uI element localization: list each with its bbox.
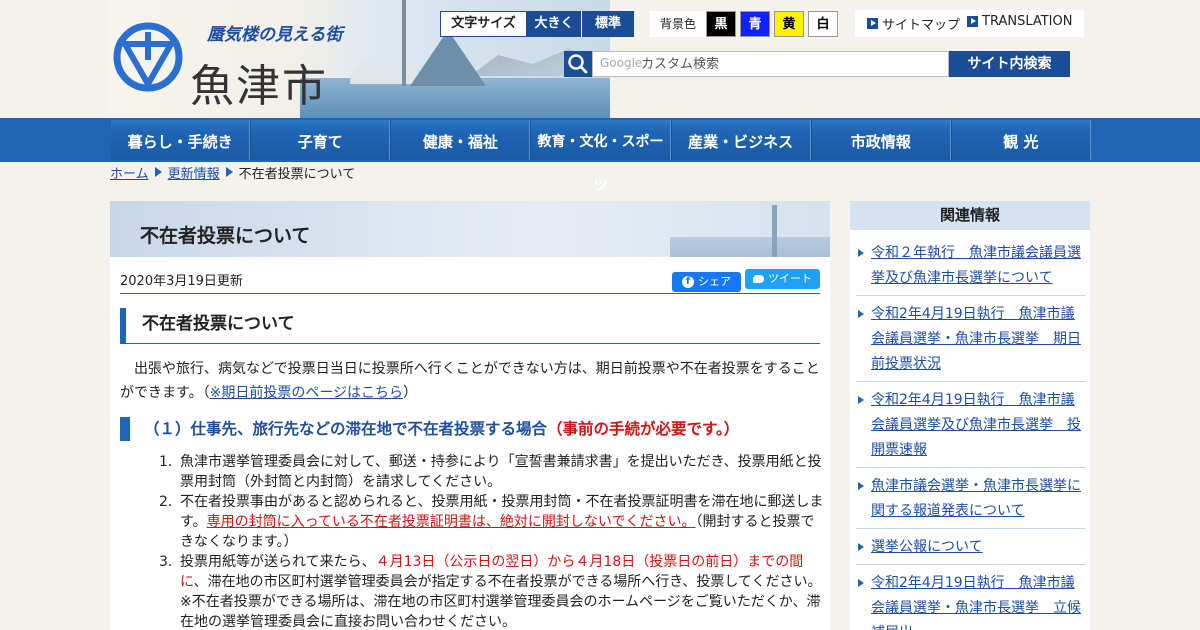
related-link[interactable]: 令和２年執行 魚津市議会議員選挙及び魚津市長選挙について	[856, 241, 1086, 291]
divider	[856, 564, 1086, 565]
translation-link[interactable]: TRANSLATION	[967, 14, 1072, 29]
facebook-icon: f	[682, 276, 694, 288]
subsection-heading-text: （１）仕事先、旅行先などの滞在地で不在者投票する場合	[144, 420, 548, 438]
search-icon	[564, 51, 592, 77]
related-link-label: 令和2年4月19日執行 魚津市議会議員選挙・魚津市長選挙 立候補届出	[871, 575, 1081, 630]
share-label: シェア	[698, 275, 731, 288]
page-title-banner: 不在者投票について	[110, 201, 830, 257]
twitter-tweet-button[interactable]: ツイート	[745, 269, 820, 289]
nav-item-childcare[interactable]: 子育て	[250, 120, 391, 160]
related-link[interactable]: 魚津市議会選挙・魚津市長選挙に関する報道発表について	[856, 474, 1086, 524]
banner-mast	[402, 0, 406, 86]
sitemap-label: サイトマップ	[882, 18, 961, 33]
facebook-share-button[interactable]: f シェア	[672, 272, 741, 292]
triangle-right-icon	[858, 579, 864, 587]
triangle-right-icon	[858, 543, 864, 551]
site-search-button[interactable]: サイト内検索	[949, 51, 1070, 77]
search-input[interactable]	[592, 51, 949, 77]
font-size-large-button[interactable]: 大きく	[527, 11, 581, 37]
related-link-label: 令和２年執行 魚津市議会議員選挙及び魚津市長選挙について	[871, 245, 1081, 286]
list-item: 2. 不在者投票事由があると認められると、投票用紙・投票用封筒・不在者投票証明書…	[159, 492, 825, 552]
related-link-label: 選挙公報について	[871, 539, 983, 555]
related-links-list: 令和２年執行 魚津市議会議員選挙及び魚津市長選挙について 令和2年4月19日執行…	[856, 241, 1086, 630]
step-warning: 専用の封筒に入っている不在者投票証明書は、絶対に開封しないでください。	[206, 514, 696, 530]
list-item: 1. 魚津市選挙管理委員会に対して、郵送・持参により「宣誓書兼請求書」を提出いた…	[159, 452, 825, 492]
divider	[856, 528, 1086, 529]
tweet-label: ツイート	[768, 272, 812, 285]
breadcrumb-separator-icon	[154, 167, 162, 177]
title-banner-skyline	[670, 237, 830, 257]
utility-links: サイトマップ TRANSLATION	[855, 10, 1084, 37]
step-note: ※不在者投票ができる場所は、滞在地の市区町村選挙管理委員会のホームページをご覧い…	[180, 594, 821, 630]
nav-item-city-info[interactable]: 市政情報	[810, 120, 951, 160]
nav-item-education[interactable]: 教育・文化・スポーツ	[530, 120, 671, 194]
city-name-logo[interactable]: 魚津市	[190, 50, 328, 114]
site-header: 蜃気楼の見える街 魚津市 文字サイズ 大きく 標準 背景色 黒 青 黄 白 サイ…	[0, 0, 1200, 118]
related-link[interactable]: 令和2年4月19日執行 魚津市議会議員選挙及び魚津市長選挙 投開票速報	[856, 388, 1086, 463]
updated-date: 2020年3月19日更新	[120, 274, 243, 289]
main-content: 不在者投票について 2020年3月19日更新 f シェア ツイート 不在者投票に…	[110, 201, 830, 630]
subsection-heading: （１）仕事先、旅行先などの滞在地で不在者投票する場合（事前の手続が必要です。）	[120, 417, 739, 441]
arrow-right-icon	[867, 18, 878, 29]
steps-list: 1. 魚津市選挙管理委員会に対して、郵送・持参により「宣誓書兼請求書」を提出いた…	[159, 452, 825, 630]
list-item: 3. 投票用紙等が送られて来たら、４月13日（公示日の翌日）から４月18日（投票…	[159, 552, 825, 630]
breadcrumb-current: 不在者投票について	[238, 166, 356, 182]
divider	[120, 293, 820, 294]
step-text: 魚津市選挙管理委員会に対して、郵送・持参により「宣誓書兼請求書」を提出いただき、…	[180, 454, 822, 490]
triangle-right-icon	[858, 310, 864, 318]
divider	[856, 467, 1086, 468]
page-title: 不在者投票について	[140, 225, 311, 247]
related-link-label: 令和2年4月19日執行 魚津市議会議員選挙及び魚津市長選挙 投開票速報	[871, 392, 1081, 458]
breadcrumb-separator-icon	[225, 167, 233, 177]
triangle-right-icon	[858, 396, 864, 404]
step-number: 2.	[159, 494, 173, 510]
related-link-label: 魚津市議会選挙・魚津市長選挙に関する報道発表について	[871, 478, 1081, 519]
sitemap-link[interactable]: サイトマップ	[867, 14, 960, 33]
background-color-label: 背景色	[650, 11, 706, 37]
nav-item-business[interactable]: 産業・ビジネス	[670, 120, 811, 160]
city-emblem-icon[interactable]	[113, 22, 183, 92]
city-tagline: 蜃気楼の見える街	[207, 25, 343, 45]
font-size-normal-button[interactable]: 標準	[581, 11, 634, 37]
nav-item-living[interactable]: 暮らし・手続き	[111, 120, 251, 160]
step-text: 不在者投票事由があると認められると、投票用紙・投票用封筒・不在者投票証明書を滞在…	[180, 492, 825, 552]
related-link-label: 令和2年4月19日執行 魚津市議会議員選挙・魚津市長選挙 期日前投票状況	[871, 306, 1081, 372]
step-text: 投票用紙等が送られて来たら、４月13日（公示日の翌日）から４月18日（投票日の前…	[180, 552, 825, 630]
nav-item-tourism[interactable]: 観 光	[950, 120, 1091, 160]
bg-blue-button[interactable]: 青	[740, 11, 770, 37]
triangle-right-icon	[858, 249, 864, 257]
bg-white-button[interactable]: 白	[808, 11, 838, 37]
intro-paragraph: 出張や旅行、病気などで投票日当日に投票所へ行くことができない方は、期日前投票や不…	[120, 357, 825, 405]
bg-black-button[interactable]: 黒	[706, 11, 736, 37]
triangle-right-icon	[858, 482, 864, 490]
title-banner-tower	[772, 205, 777, 257]
bg-yellow-button[interactable]: 黄	[774, 11, 804, 37]
intro-end: ）	[403, 385, 418, 401]
related-link[interactable]: 選挙公報について	[856, 535, 1086, 560]
translation-label: TRANSLATION	[982, 14, 1073, 29]
divider	[856, 381, 1086, 382]
related-link[interactable]: 令和2年4月19日執行 魚津市議会議員選挙・魚津市長選挙 立候補届出	[856, 571, 1086, 630]
arrow-right-icon	[967, 16, 978, 27]
divider	[856, 295, 1086, 296]
step-number: 1.	[159, 454, 173, 470]
step-number: 3.	[159, 554, 173, 570]
global-nav: 暮らし・手続き 子育て 健康・福祉 教育・文化・スポーツ 産業・ビジネス 市政情…	[0, 118, 1200, 194]
breadcrumb-updates-link[interactable]: 更新情報	[168, 163, 220, 182]
twitter-bird-icon	[753, 275, 764, 283]
early-voting-link[interactable]: ※期日前投票のページはこちら	[210, 385, 403, 401]
breadcrumb: ホーム 更新情報 不在者投票について	[110, 163, 356, 182]
section-heading: 不在者投票について	[120, 308, 820, 344]
nav-item-health[interactable]: 健康・福祉	[390, 120, 531, 160]
related-info-sidebar: 関連情報 令和２年執行 魚津市議会議員選挙及び魚津市長選挙について 令和2年4月…	[850, 201, 1090, 630]
step-text-b: 、滞在地の市区町村選挙管理委員会が指定する不在者投票ができる場所へ行き、投票して…	[193, 574, 822, 590]
step-text-a: 投票用紙等が送られて来たら、	[180, 554, 376, 570]
banner-pyramid	[410, 30, 486, 86]
breadcrumb-home-link[interactable]: ホーム	[110, 163, 149, 182]
subsection-heading-warning: （事前の手続が必要です。）	[547, 420, 740, 438]
related-link[interactable]: 令和2年4月19日執行 魚津市議会議員選挙・魚津市長選挙 期日前投票状況	[856, 302, 1086, 377]
font-size-label: 文字サイズ	[440, 11, 527, 37]
sidebar-heading: 関連情報	[850, 201, 1090, 230]
